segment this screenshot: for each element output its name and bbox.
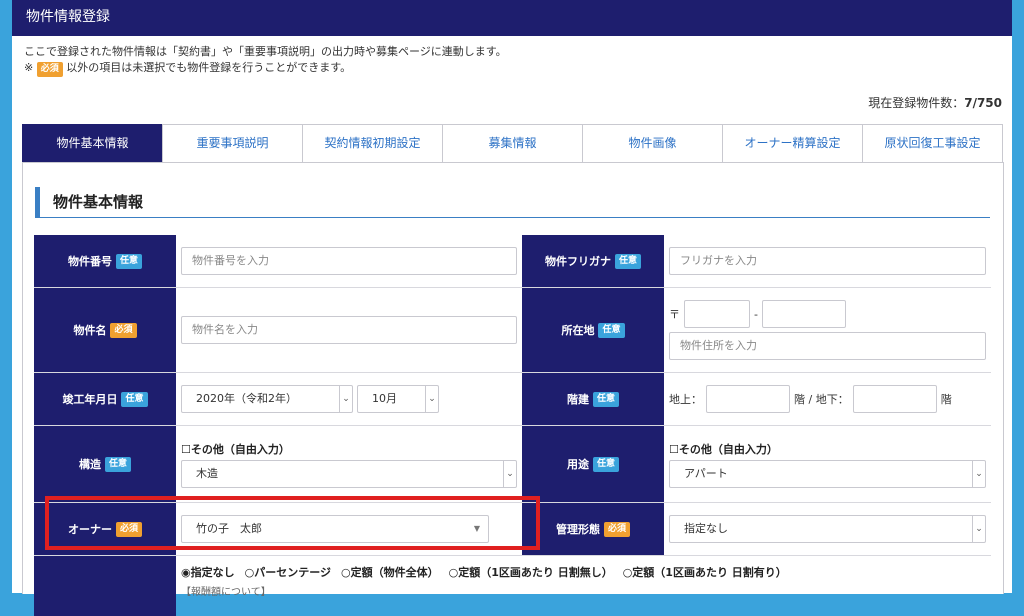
- label-fee: [34, 556, 176, 616]
- form-row: 物件番号 任意 物件番号を入力 物件フリガナ 任意 フリガナを入力: [34, 235, 991, 288]
- fee-option-none[interactable]: ◉指定なし: [181, 564, 235, 580]
- property-no-input[interactable]: 物件番号を入力: [181, 247, 517, 275]
- registered-count: 現在登録物件数：7/750: [868, 96, 1002, 110]
- usage-other-checkbox[interactable]: ☐その他（自由入力）: [669, 441, 986, 457]
- cell-furigana: フリガナを入力: [664, 235, 991, 287]
- cell-built-date: 2020年（令和2年） ⌄ 10月 ⌄: [176, 373, 522, 425]
- cell-management-type: 指定なし ⌄: [664, 503, 991, 555]
- structure-other-checkbox[interactable]: ☐その他（自由入力）: [181, 441, 517, 457]
- chevron-down-icon: ⌄: [339, 386, 352, 412]
- built-month-select[interactable]: 10月 ⌄: [357, 385, 439, 413]
- postal-code-row: 〒 -: [669, 300, 986, 328]
- label-usage: 用途 任意: [522, 426, 664, 502]
- property-form-grid: 物件番号 任意 物件番号を入力 物件フリガナ 任意 フリガナを入力 物件名 必須…: [34, 235, 991, 616]
- right-border: [1012, 0, 1024, 593]
- section-title: 物件基本情報: [53, 193, 144, 211]
- chevron-down-icon: ⌄: [503, 460, 516, 487]
- owner-highlight-box: [45, 496, 540, 550]
- property-name-input[interactable]: 物件名を入力: [181, 316, 517, 344]
- optional-badge: 任意: [614, 253, 641, 269]
- cell-address: 〒 - 物件住所を入力: [664, 288, 991, 372]
- fee-option-fixed-unit-prorate[interactable]: ○定額（1区画あたり 日割有り）: [623, 564, 787, 580]
- label-built-date: 竣工年月日 任意: [34, 373, 176, 425]
- label-floors: 階建 任意: [522, 373, 664, 425]
- fee-option-percentage[interactable]: ○パーセンテージ: [245, 564, 331, 580]
- optional-badge: 任意: [592, 391, 619, 407]
- optional-badge: 任意: [121, 391, 148, 407]
- label-furigana: 物件フリガナ 任意: [522, 235, 664, 287]
- cell-fee: ◉指定なし ○パーセンテージ ○定額（物件全体） ○定額（1区画あたり 日割無し…: [176, 556, 991, 616]
- form-row: 構造 任意 ☐その他（自由入力） 木造 ⌄ 用途 任意 ☐その他（自由入力） ア…: [34, 426, 991, 503]
- required-badge: 必須: [110, 322, 137, 338]
- left-border: [0, 0, 12, 593]
- fee-option-fixed-total[interactable]: ○定額（物件全体）: [341, 564, 439, 580]
- cell-structure: ☐その他（自由入力） 木造 ⌄: [176, 426, 522, 502]
- optional-badge: 任意: [115, 253, 142, 269]
- fee-radio-group: ◉指定なし ○パーセンテージ ○定額（物件全体） ○定額（1区画あたり 日割無し…: [181, 564, 986, 580]
- cell-usage: ☐その他（自由入力） アパート ⌄: [664, 426, 991, 502]
- chevron-down-icon: ⌄: [972, 516, 985, 542]
- tab-basic-info[interactable]: 物件基本情報: [22, 124, 163, 162]
- furigana-input[interactable]: フリガナを入力: [669, 247, 986, 275]
- floors-above-input[interactable]: [706, 385, 790, 413]
- label-management-type: 管理形態 必須: [522, 503, 664, 555]
- notice-line-2: ※ 必須 以外の項目は未選択でも物件登録を行うことができます。: [24, 60, 507, 77]
- built-year-select[interactable]: 2020年（令和2年） ⌄: [181, 385, 353, 413]
- form-row: ◉指定なし ○パーセンテージ ○定額（物件全体） ○定額（1区画あたり 日割無し…: [34, 556, 991, 616]
- optional-badge: 任意: [592, 456, 619, 472]
- form-row: 竣工年月日 任意 2020年（令和2年） ⌄ 10月 ⌄ 階建 任意 地上： 階…: [34, 373, 991, 426]
- tab-owner-settlement[interactable]: オーナー精算設定: [722, 124, 863, 162]
- tab-images[interactable]: 物件画像: [582, 124, 723, 162]
- label-property-name: 物件名 必須: [34, 288, 176, 372]
- notice-text: ここで登録された物件情報は「契約書」や「重要事項説明」の出力時や募集ページに連動…: [24, 44, 507, 77]
- page-header: 物件情報登録: [12, 0, 1012, 36]
- section-heading: 物件基本情報: [35, 187, 990, 218]
- postal-mark: 〒: [669, 308, 680, 321]
- usage-select[interactable]: アパート ⌄: [669, 459, 986, 488]
- label-address: 所在地 任意: [522, 288, 664, 372]
- chevron-down-icon: ⌄: [425, 386, 438, 412]
- main-content: 物件情報登録 ここで登録された物件情報は「契約書」や「重要事項説明」の出力時や募…: [12, 0, 1012, 616]
- tab-important-matters[interactable]: 重要事項説明: [162, 124, 303, 162]
- tab-contract-defaults[interactable]: 契約情報初期設定: [302, 124, 443, 162]
- page-title: 物件情報登録: [26, 9, 110, 25]
- chevron-down-icon: ⌄: [972, 460, 985, 487]
- floors-below-input[interactable]: [852, 385, 937, 413]
- fee-note: 【報酬額について】: [181, 587, 271, 598]
- notice-line-1: ここで登録された物件情報は「契約書」や「重要事項説明」の出力時や募集ページに連動…: [24, 45, 507, 58]
- cell-property-name: 物件名を入力: [176, 288, 522, 372]
- cell-floors: 地上： 階 / 地下： 階: [664, 373, 991, 425]
- optional-badge: 任意: [104, 456, 131, 472]
- tab-bar: 物件基本情報 重要事項説明 契約情報初期設定 募集情報 物件画像 オーナー精算設…: [22, 124, 1003, 162]
- registered-count-value: 7/750: [964, 96, 1002, 110]
- structure-select[interactable]: 木造 ⌄: [181, 459, 517, 488]
- tab-restoration[interactable]: 原状回復工事設定: [862, 124, 1003, 162]
- required-badge: 必須: [603, 521, 630, 537]
- form-row: 物件名 必須 物件名を入力 所在地 任意 〒 - 物件住所を入力: [34, 288, 991, 373]
- address-input[interactable]: 物件住所を入力: [669, 332, 986, 360]
- management-type-select[interactable]: 指定なし ⌄: [669, 515, 986, 543]
- label-property-no: 物件番号 任意: [34, 235, 176, 287]
- optional-badge: 任意: [598, 322, 625, 338]
- tab-recruitment[interactable]: 募集情報: [442, 124, 583, 162]
- postal-code-2-input[interactable]: [761, 300, 846, 328]
- postal-dash: -: [754, 307, 758, 321]
- required-badge: 必須: [36, 62, 63, 77]
- fee-option-fixed-unit-no-prorate[interactable]: ○定額（1区画あたり 日割無し）: [449, 564, 613, 580]
- postal-code-1-input[interactable]: [684, 300, 750, 328]
- label-structure: 構造 任意: [34, 426, 176, 502]
- cell-property-no: 物件番号を入力: [176, 235, 522, 287]
- section-accent-bar: [35, 187, 40, 217]
